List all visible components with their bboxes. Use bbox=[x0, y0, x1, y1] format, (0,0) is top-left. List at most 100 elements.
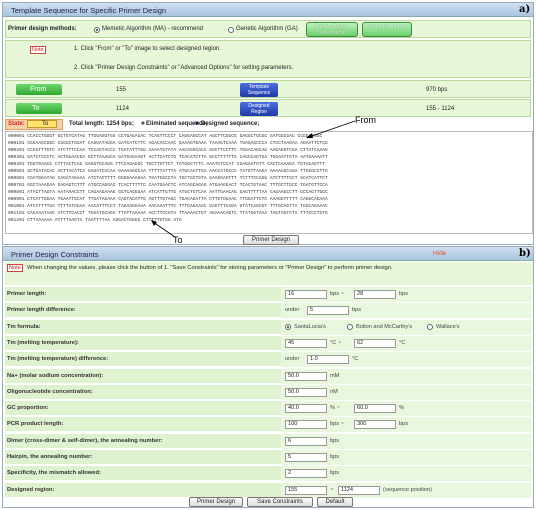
tm-formula-radio[interactable] bbox=[285, 323, 291, 330]
constraint-unit: °C bbox=[352, 356, 359, 363]
constraint-input-max[interactable]: 300 bbox=[354, 420, 396, 430]
sequence-line: 000601 CGATGGATAG CAGATAGAAA ATCTACTTTT … bbox=[8, 176, 328, 181]
constraint-label: GC proportion: bbox=[7, 405, 49, 412]
constraint-input[interactable]: 5 bbox=[307, 306, 349, 316]
tm-formula-radio[interactable] bbox=[427, 323, 433, 330]
constraint-unit: nM bbox=[330, 388, 338, 395]
sequence-line: 000501 GCTGATACAC ACTTACATCA GAGATCCCAA … bbox=[8, 169, 328, 174]
constraint-unit: bps bbox=[399, 291, 409, 297]
constraint-input[interactable]: 16 bbox=[285, 290, 327, 299]
constraint-input[interactable]: 45 bbox=[285, 338, 327, 348]
constraint-input[interactable]: 155 bbox=[285, 485, 327, 495]
sequence-line: 000701 GGCTAAAGAA GAGAGTCTTT ATGCCAGGAC … bbox=[8, 183, 328, 188]
tm-formula-option: SantaLucia's bbox=[294, 323, 326, 330]
constraint-row: Primer length: 16 bps ~ 28 bps bbox=[5, 287, 531, 302]
save-constraints-button[interactable]: Save Constraints bbox=[247, 497, 313, 507]
constraint-input-max[interactable]: 62 bbox=[354, 338, 396, 348]
sequence-line: 000001 CCACCTGGGT GCTGTCATAG TTGGAGGTGG … bbox=[8, 134, 323, 139]
constraint-input-max[interactable]: 60.0 bbox=[354, 404, 396, 414]
constraint-row: Dimer (cross-dimer & self-dimer), the an… bbox=[5, 433, 531, 449]
constraint-input[interactable]: 2 bbox=[285, 469, 327, 479]
default-button[interactable]: Default bbox=[317, 497, 353, 507]
constraint-unit: mM bbox=[330, 372, 340, 379]
constraint-row: Primer length difference: under 5 bps bbox=[5, 303, 531, 319]
note-text: When changing the values, please click t… bbox=[27, 265, 393, 271]
constraint-input[interactable]: 100 bbox=[285, 420, 327, 430]
constraint-input[interactable]: 40.0 bbox=[285, 404, 327, 414]
sequence-line: 000801 ATACTTAGTA AATAAACCTT CAGAAGAAAG … bbox=[8, 190, 328, 195]
primer-design-constraints-button[interactable]: Primer Design Constraints bbox=[306, 22, 358, 37]
ma-radio[interactable] bbox=[94, 27, 100, 33]
constraint-value-cell: 5 bps bbox=[281, 450, 531, 465]
constraint-row: Tm (melting temperature): 45 °C ~ 62 °C bbox=[5, 335, 531, 351]
primer-design-button-a[interactable]: Primer Design bbox=[243, 235, 299, 245]
methods-row: Primer design methods: Memetic Algorithm… bbox=[5, 20, 531, 38]
constraint-value-cell: 50.0 mM bbox=[281, 368, 531, 384]
constraint-input[interactable]: 50.0 bbox=[285, 387, 327, 397]
template-sequence-button[interactable]: Template Sequence bbox=[240, 83, 278, 97]
designed-region-button[interactable]: Designed Region bbox=[240, 102, 278, 116]
panel-b-header: Primer Design Constraints Hide bbox=[3, 247, 533, 261]
to-button[interactable]: To bbox=[16, 103, 62, 114]
constraint-label: Oligonucleotide concentration: bbox=[7, 388, 93, 395]
advanced-options-button[interactable]: Advanced Options bbox=[362, 22, 412, 37]
panel-a-header: Template Sequence for Specific Primer De… bbox=[3, 3, 533, 17]
constraint-input[interactable]: 6 bbox=[285, 436, 327, 446]
to-button-label: To bbox=[32, 105, 40, 112]
constraint-input-max[interactable]: 1124 bbox=[338, 485, 380, 495]
constraint-value-cell: 2 bps bbox=[281, 466, 531, 482]
panel-a-title: Template Sequence for Specific Primer De… bbox=[11, 6, 167, 15]
constraint-input[interactable]: 5 bbox=[285, 453, 327, 462]
to-row: To 1124 Designed Region 155 - 1124 bbox=[5, 99, 531, 117]
constraint-label: PCR product length: bbox=[7, 421, 64, 428]
constraint-label: Primer length difference: bbox=[7, 307, 76, 314]
from-row: From 155 Template Sequence 970 bps bbox=[5, 80, 531, 98]
from-button[interactable]: From bbox=[16, 84, 62, 95]
from-arrow-icon bbox=[306, 120, 356, 138]
constraint-value-cell: SantaLucia's Bolton and McCarthy's Wallace… bbox=[281, 319, 531, 335]
constraint-range-separator: bps ~ bbox=[330, 291, 344, 297]
constraints-note: Note When changing the values, please cl… bbox=[5, 262, 533, 285]
constraint-value-cell: under 1.0 °C bbox=[281, 352, 531, 368]
primer-design-button-b[interactable]: Primer Design bbox=[189, 497, 243, 507]
constraint-row: Tm formula: SantaLucia's Bolton and McCart… bbox=[5, 319, 531, 335]
constraint-row: Designed region: 155 ~1124 (sequence positi… bbox=[5, 482, 531, 498]
constraint-row: Hairpin, the annealing number: 5 bps bbox=[5, 450, 531, 465]
constraint-unit: bps bbox=[399, 421, 409, 428]
constraint-input[interactable]: 1.0 bbox=[307, 355, 349, 365]
constraint-row: Na+ (molar sodium concentration): 50.0 mM bbox=[5, 368, 531, 384]
constraint-prefix: under bbox=[285, 356, 300, 363]
constraint-label: Specificity, the mismatch allowed: bbox=[7, 470, 101, 477]
constraint-value-cell: 6 bps bbox=[281, 433, 531, 449]
from-value: 155 bbox=[116, 87, 127, 93]
note-badge: Note bbox=[30, 46, 46, 54]
methods-label: Primer design methods: bbox=[8, 26, 77, 32]
constraint-input[interactable]: 50.0 bbox=[285, 371, 327, 381]
constraint-range-separator: bps ~ bbox=[330, 421, 344, 428]
constraint-value-cell: 40.0% ~ 60.0% bbox=[281, 401, 531, 417]
template-length: 970 bps bbox=[426, 87, 448, 93]
constraint-range-separator: % ~ bbox=[330, 405, 340, 412]
sequence-line: 000301 GATCTCCCTC ACTGGAACGA GCTTAAAGCA … bbox=[8, 155, 328, 160]
constraint-unit: % bbox=[399, 405, 404, 412]
sequence-line: 001001 ATCCTTTTGA TTTTATGGAA AACATTTCCT … bbox=[8, 204, 328, 209]
constraint-label: Dimer (cross-dimer & self-dimer), the an… bbox=[7, 437, 163, 444]
sequence-view[interactable]: 000001 CCACCTGGGT GCTGTCATAG TTGGAGGTGG … bbox=[5, 131, 533, 234]
sequence-line: 000401 TGGTGAACG CTTTACTCAG GAGGTGCAGG T… bbox=[8, 162, 326, 167]
tm-formula-radio[interactable] bbox=[347, 323, 353, 330]
to-value: 1124 bbox=[116, 106, 129, 112]
panel-b-title: Primer Design Constraints bbox=[11, 250, 99, 259]
notes-box: Note 1. Click "From" or "To" image to se… bbox=[5, 40, 531, 78]
constraint-unit: bps bbox=[330, 470, 340, 477]
constraint-row: PCR product length: 100 bps ~ 300 bps bbox=[5, 417, 531, 433]
designed-icon: ■ bbox=[195, 121, 199, 127]
constraint-value-cell: 100 bps ~ 300 bps bbox=[281, 417, 531, 433]
hide-link[interactable]: Hide bbox=[433, 250, 446, 257]
constraint-input-max[interactable]: 28 bbox=[354, 290, 396, 299]
ga-label: Genetic Algorithm (GA) bbox=[236, 26, 298, 32]
designed-legend: Designed sequence; bbox=[201, 121, 260, 127]
constraint-value-cell: 50.0 nM bbox=[281, 384, 531, 400]
note-line-1: 1. Click "From" or "To" image to select … bbox=[74, 46, 221, 52]
ga-radio[interactable] bbox=[228, 27, 234, 33]
to-arrow-icon bbox=[151, 220, 176, 238]
